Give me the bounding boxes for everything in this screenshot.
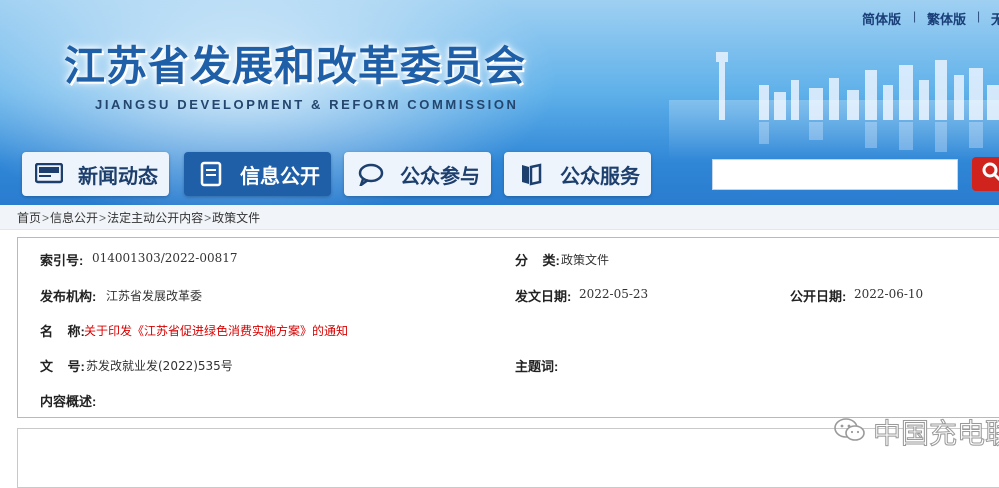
issue-date-value: 2022-05-23 <box>579 287 648 301</box>
chat-icon <box>356 161 386 187</box>
breadcrumb-separator: > <box>204 211 211 225</box>
breadcrumb-bar: 首页>信息公开>法定主动公开内容>政策文件 <box>0 205 999 230</box>
nav-public-participation[interactable]: 公众参与 <box>344 152 491 196</box>
breadcrumb-home[interactable]: 首页 <box>17 211 41 225</box>
nav-participation-label: 公众参与 <box>400 160 480 189</box>
wechat-icon <box>833 416 867 449</box>
water-reflection <box>669 100 999 160</box>
category-label: 分 类: <box>515 250 560 269</box>
breadcrumb-statutory-content[interactable]: 法定主动公开内容 <box>107 211 203 225</box>
nav-news-label: 新闻动态 <box>78 160 158 189</box>
breadcrumb-info-disclosure[interactable]: 信息公开 <box>50 211 98 225</box>
doc-number-label: 文 号: <box>40 356 85 375</box>
index-label: 索引号: <box>40 250 83 269</box>
breadcrumb: 首页>信息公开>法定主动公开内容>政策文件 <box>17 209 260 226</box>
traditional-chinese-link[interactable]: 繁体版 <box>927 9 966 28</box>
category-value: 政策文件 <box>561 251 609 268</box>
issue-date-label: 发文日期: <box>515 286 571 305</box>
divider: | <box>913 9 916 23</box>
nav-service-label: 公众服务 <box>560 160 640 189</box>
breadcrumb-separator: > <box>42 211 49 225</box>
subject-label: 主题词: <box>515 356 558 375</box>
search-icon <box>982 162 999 187</box>
nav-news[interactable]: 新闻动态 <box>22 152 169 196</box>
nav-info-disclosure[interactable]: 信息公开 <box>184 152 331 196</box>
news-icon <box>34 161 64 187</box>
breadcrumb-separator: > <box>99 211 106 225</box>
breadcrumb-policy-documents[interactable]: 政策文件 <box>212 211 260 225</box>
document-icon <box>196 161 226 187</box>
book-icon <box>516 161 546 187</box>
summary-label: 内容概述: <box>40 391 96 410</box>
publisher-label: 发布机构: <box>40 286 96 305</box>
watermark-text: 中国充电联 <box>873 412 999 452</box>
public-date-value: 2022-06-10 <box>854 287 923 301</box>
site-title: 江苏省发展和改革委员会 <box>64 32 526 92</box>
document-name-link[interactable]: 关于印发《江苏省促进绿色消费实施方案》的通知 <box>84 322 348 339</box>
nav-public-service[interactable]: 公众服务 <box>504 152 651 196</box>
site-subtitle: JIANGSU DEVELOPMENT & REFORM COMMISSION <box>95 97 519 112</box>
simplified-chinese-link[interactable]: 简体版 <box>862 9 901 28</box>
header-banner: 江苏省发展和改革委员会 JIANGSU DEVELOPMENT & REFORM… <box>0 0 999 205</box>
wechat-watermark: 中国充电联 <box>833 412 999 452</box>
publisher-value: 江苏省发展改革委 <box>106 287 202 304</box>
search-input[interactable] <box>712 159 958 190</box>
search-button[interactable] <box>972 157 999 191</box>
doc-number-value: 苏发改就业发(2022)535号 <box>86 357 233 374</box>
public-date-label: 公开日期: <box>790 286 846 305</box>
index-value: 014001303/2022-00817 <box>92 251 238 265</box>
name-label: 名 称: <box>40 321 85 340</box>
divider: | <box>977 9 980 23</box>
third-language-link[interactable]: 无 <box>991 9 999 28</box>
nav-info-label: 信息公开 <box>240 160 320 189</box>
document-info-box: 索引号: 014001303/2022-00817 分 类: 政策文件 发布机构… <box>17 237 999 418</box>
